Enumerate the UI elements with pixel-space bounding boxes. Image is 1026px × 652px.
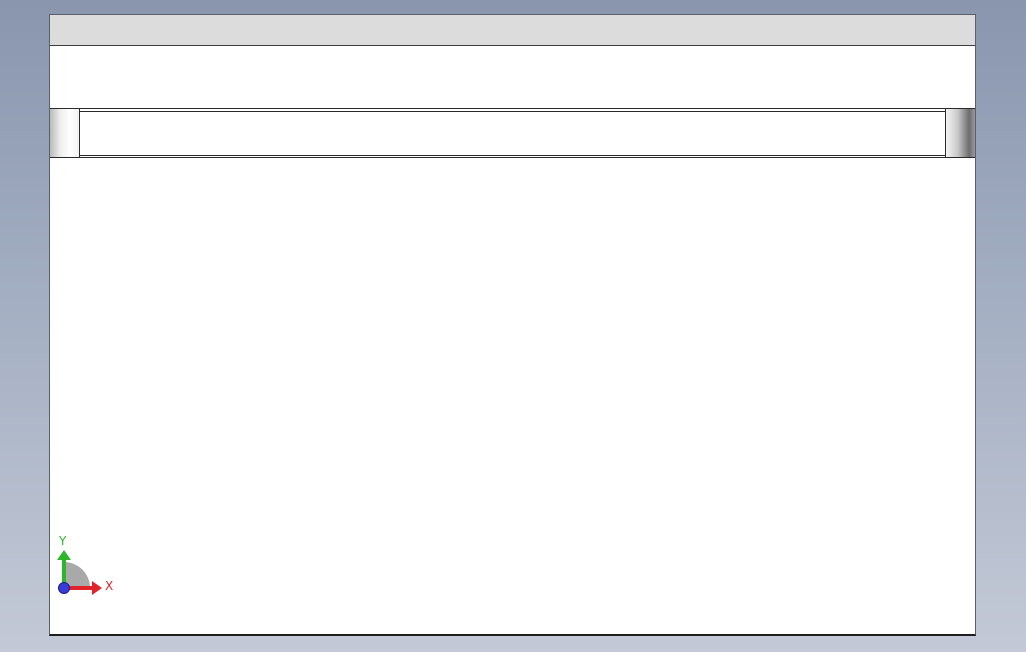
model-bar[interactable] [50, 108, 975, 158]
y-axis-arrowhead [57, 550, 71, 560]
triad-icon: Y X [57, 534, 113, 595]
x-axis-label: X [105, 579, 113, 593]
bar-end-left-face[interactable] [50, 109, 80, 157]
origin-marker [58, 582, 70, 594]
x-axis-arrowhead [92, 581, 102, 595]
y-axis-label: Y [58, 535, 67, 548]
graphics-viewport[interactable]: Y X [49, 14, 976, 636]
bar-edge-line-bottom [50, 155, 975, 156]
reference-triad[interactable]: Y X [54, 534, 124, 599]
model-top-face[interactable] [50, 15, 975, 46]
bar-edge-line-top [50, 111, 975, 112]
bar-end-right-face[interactable] [945, 109, 975, 157]
